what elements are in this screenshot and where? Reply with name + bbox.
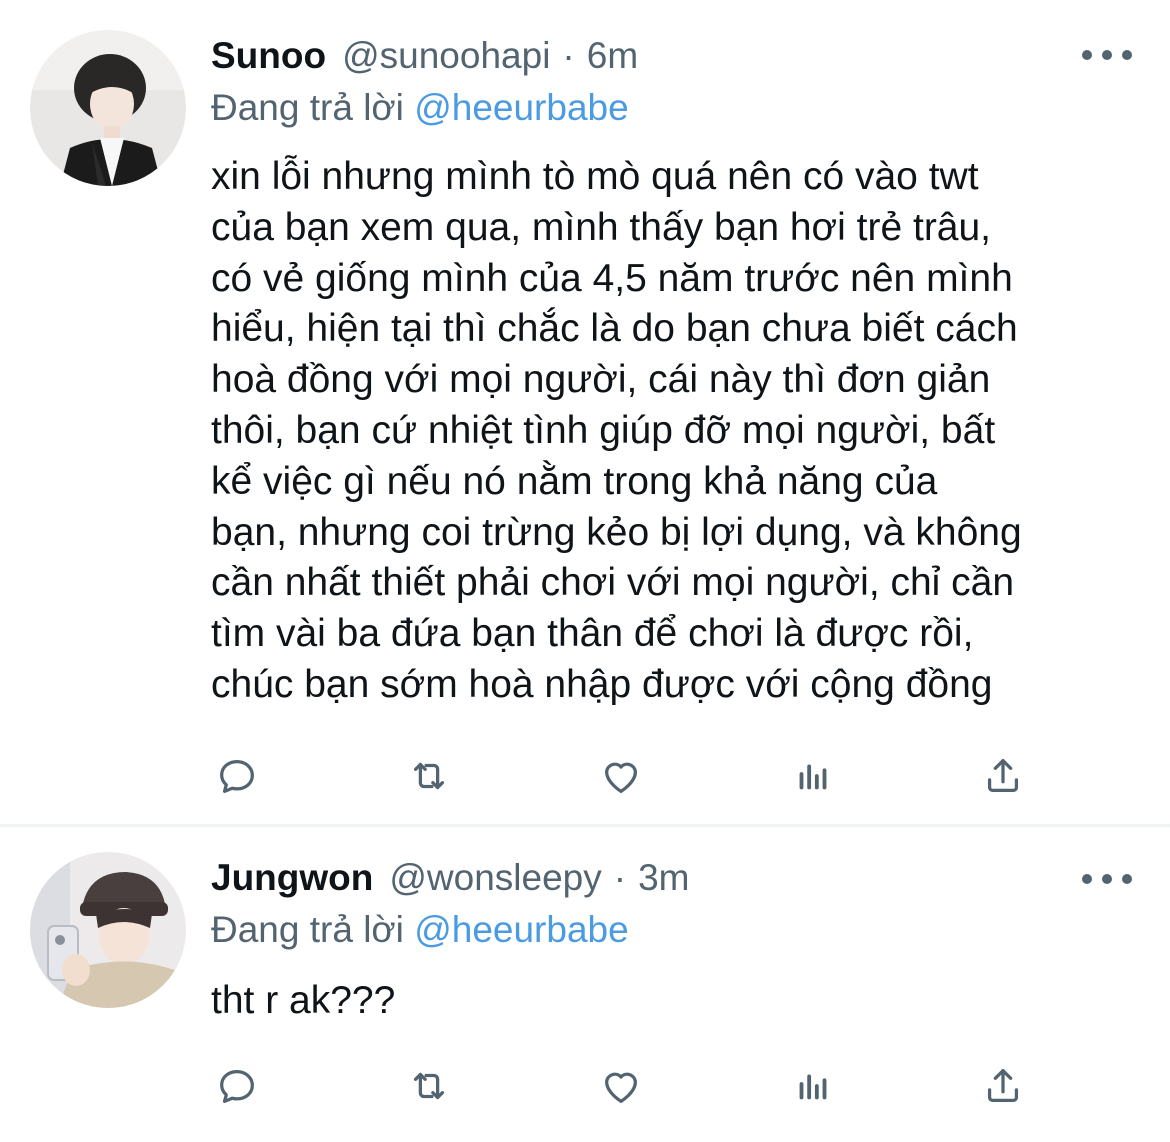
tweet[interactable]: Sunoo @sunoohapi · 6m Đang trả lời @heeu… xyxy=(0,0,1170,826)
more-dots-icon[interactable] xyxy=(1082,40,1132,70)
analytics-button[interactable] xyxy=(787,1062,839,1110)
analytics-button[interactable] xyxy=(787,752,839,800)
separator-dot: · xyxy=(562,35,575,76)
tweet-text-line: của bạn xem qua, mình thấy bạn hơi trẻ t… xyxy=(211,205,992,249)
like-button[interactable] xyxy=(595,752,647,800)
bar-chart-icon xyxy=(799,1074,827,1100)
display-name[interactable]: Jungwon xyxy=(211,856,373,900)
tweet-text-line: bạn, nhưng coi trừng kẻo bị lợi dụng, và… xyxy=(211,510,1022,554)
replying-to: Đang trả lời @heeurbabe xyxy=(211,86,629,130)
share-upload-icon xyxy=(987,1069,1019,1103)
reply-mention-link[interactable]: @heeurbabe xyxy=(414,909,629,950)
share-button[interactable] xyxy=(977,752,1029,800)
tweet-text-line: kể việc gì nếu nó nằm trong khả năng của xyxy=(211,459,938,503)
reply-button[interactable] xyxy=(211,1062,263,1110)
heart-icon xyxy=(604,1072,638,1103)
reply-prefix: Đang trả lời xyxy=(211,87,404,128)
avatar[interactable] xyxy=(30,852,186,1008)
heart-icon xyxy=(604,762,638,793)
tweet-header: Jungwon @wonsleepy · 3m xyxy=(211,856,690,900)
replying-to: Đang trả lời @heeurbabe xyxy=(211,908,629,952)
retweet-button[interactable] xyxy=(403,752,455,800)
tweet-header: Sunoo @sunoohapi · 6m xyxy=(211,34,638,78)
tweet-text-line: có vẻ giống mình của 4,5 năm trước nên m… xyxy=(211,256,1013,300)
tweet-text-line: tht r ak??? xyxy=(211,979,396,1022)
tweet-text-line: chúc bạn sớm hoà nhập được với cộng đồng xyxy=(211,662,993,706)
reply-mention-link[interactable]: @heeurbabe xyxy=(414,87,629,128)
avatar-photo xyxy=(30,852,186,1008)
retweet-button[interactable] xyxy=(403,1062,455,1110)
retweet-arrows-icon xyxy=(413,1072,445,1100)
tweet-actions xyxy=(211,1062,1041,1110)
more-dots-icon[interactable] xyxy=(1082,864,1132,894)
avatar-photo xyxy=(30,30,186,186)
retweet-arrows-icon xyxy=(413,762,445,790)
speech-bubble-icon xyxy=(220,1069,254,1103)
reply-button[interactable] xyxy=(211,752,263,800)
bar-chart-icon xyxy=(799,764,827,790)
tweet-text-line: hoà đồng với mọi người, cái này thì đơn … xyxy=(211,358,991,402)
tweet-text-line: tìm vài ba đứa bạn thân để chơi là được … xyxy=(211,612,974,656)
avatar[interactable] xyxy=(30,30,186,186)
user-handle[interactable]: @wonsleepy xyxy=(389,856,601,900)
tweet-text-line: thôi, bạn cứ nhiệt tình giúp đỡ mọi ngườ… xyxy=(211,408,996,452)
user-handle[interactable]: @sunoohapi xyxy=(342,34,550,78)
timestamp[interactable]: 6m xyxy=(587,34,638,78)
display-name[interactable]: Sunoo xyxy=(211,34,326,78)
tweet-text-line: xin lỗi nhưng mình tò mò quá nên có vào … xyxy=(211,155,979,198)
share-upload-icon xyxy=(987,759,1019,793)
tweet-text: xin lỗi nhưng mình tò mò quá nên có vào … xyxy=(211,152,1141,711)
tweet-actions xyxy=(211,752,1041,800)
reply-prefix: Đang trả lời xyxy=(211,909,404,950)
like-button[interactable] xyxy=(595,1062,647,1110)
separator-dot: · xyxy=(613,857,627,898)
tweet-text: tht r ak??? xyxy=(211,976,1141,1027)
share-button[interactable] xyxy=(977,1062,1029,1110)
tweet-text-line: hiểu, hiện tại thì chắc là do bạn chưa b… xyxy=(211,307,1018,351)
speech-bubble-icon xyxy=(220,759,254,793)
tweet[interactable]: Jungwon @wonsleepy · 3m Đang trả lời @he… xyxy=(0,826,1170,1142)
timestamp[interactable]: 3m xyxy=(638,856,689,900)
tweet-text-line: cần nhất thiết phải chơi với mọi người, … xyxy=(211,561,1015,605)
